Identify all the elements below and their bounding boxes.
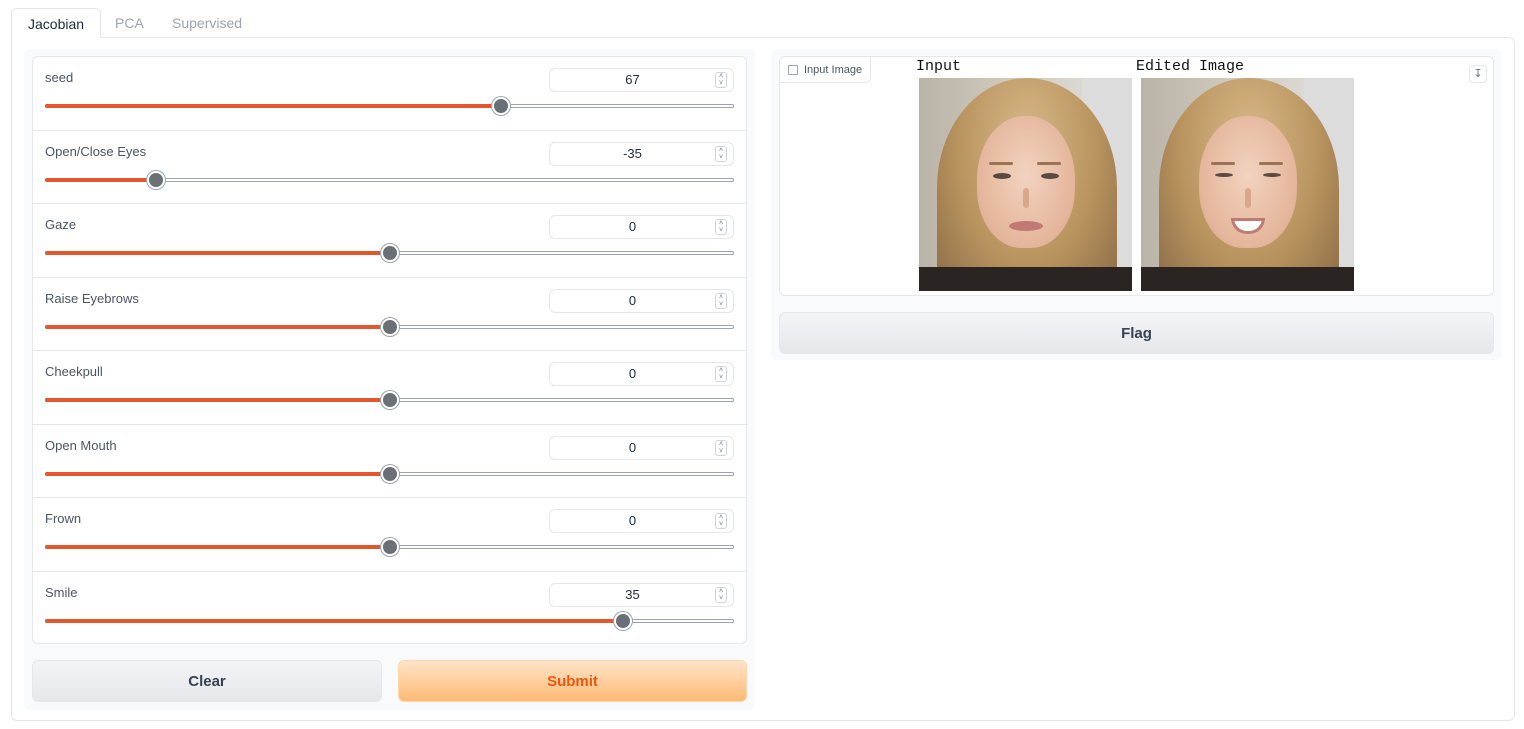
slider-label: seed	[45, 70, 74, 85]
slider-label: Smile	[45, 584, 78, 600]
number-input[interactable]: 0 ˄ ˅	[549, 509, 734, 533]
spinner-icon[interactable]: ˄ ˅	[715, 366, 727, 382]
sliders-panel: seed 67 ˄ ˅ Open/Close Eyes -35 ˄ ˅ Gaze 0 ˄ ˅ Raise…	[32, 56, 747, 644]
slider-row: Gaze 0 ˄ ˅	[33, 204, 746, 278]
clear-button[interactable]: Clear	[32, 660, 382, 702]
number-input[interactable]: 0 ˄ ˅	[549, 215, 734, 239]
number-value: 0	[628, 513, 637, 528]
tab-supervised[interactable]: Supervised	[156, 8, 258, 38]
spinner-icon[interactable]: ˄ ˅	[715, 219, 727, 235]
number-value: -35	[623, 145, 642, 161]
submit-button[interactable]: Submit	[398, 660, 747, 702]
output-image-panel: Input Image ↧ Input Edited Image	[779, 56, 1494, 296]
spinner-icon[interactable]: ˄ ˅	[715, 72, 727, 88]
slider-row: Open/Close Eyes -35 ˄ ˅	[33, 131, 746, 204]
slider-handle[interactable]	[380, 317, 399, 336]
edited-face-image	[1141, 78, 1354, 291]
caption-input: Input	[916, 58, 962, 75]
number-value: 35	[625, 586, 640, 602]
slider-label: Open Mouth	[45, 437, 117, 453]
image-label: Input Image	[780, 57, 872, 83]
slider-track[interactable]	[45, 170, 734, 189]
slider-label: Frown	[45, 511, 82, 526]
slider-fill	[45, 251, 389, 255]
spinner-icon[interactable]: ˄ ˅	[715, 145, 727, 162]
tab-pca[interactable]: PCA	[99, 8, 160, 38]
flag-button[interactable]: Flag	[779, 312, 1494, 354]
slider-handle[interactable]	[380, 391, 399, 409]
slider-label: Raise Eyebrows	[45, 290, 139, 306]
spinner-icon[interactable]: ˄ ˅	[715, 439, 727, 456]
slider-track[interactable]	[45, 464, 734, 483]
slider-handle[interactable]	[380, 244, 399, 262]
download-icon[interactable]: ↧	[1469, 65, 1487, 83]
number-value: 0	[628, 366, 637, 381]
slider-row: Raise Eyebrows 0 ˄ ˅	[33, 278, 746, 351]
tab-bar: Jacobian PCA Supervised	[11, 8, 1515, 38]
number-value: 0	[628, 219, 637, 234]
slider-track[interactable]	[45, 317, 734, 336]
slider-fill	[45, 471, 389, 476]
slider-track[interactable]	[45, 244, 734, 262]
slider-label: Cheekpull	[45, 364, 103, 379]
slider-handle[interactable]	[380, 538, 399, 556]
slider-row: Smile 35 ˄ ˅	[33, 572, 746, 644]
tab-jacobian[interactable]: Jacobian	[11, 8, 102, 38]
number-input[interactable]: 35 ˄ ˅	[549, 582, 734, 607]
slider-handle[interactable]	[614, 611, 633, 630]
spinner-icon[interactable]: ˄ ˅	[715, 586, 727, 603]
slider-label: Gaze	[45, 217, 77, 232]
slider-handle[interactable]	[491, 97, 510, 115]
slider-fill	[45, 618, 623, 623]
input-face-image	[919, 78, 1132, 291]
number-input[interactable]: 0 ˄ ˅	[549, 288, 734, 313]
slider-fill	[45, 324, 389, 329]
slider-fill	[45, 545, 389, 549]
slider-handle[interactable]	[380, 464, 399, 483]
slider-track[interactable]	[45, 391, 734, 409]
number-input[interactable]: -35 ˄ ˅	[549, 141, 734, 166]
slider-track[interactable]	[45, 538, 734, 556]
slider-fill	[45, 104, 500, 108]
number-value: 0	[628, 439, 637, 455]
slider-row: seed 67 ˄ ˅	[33, 57, 746, 131]
slider-row: Cheekpull 0 ˄ ˅	[33, 351, 746, 425]
image-icon	[788, 64, 798, 75]
slider-fill	[45, 177, 155, 182]
slider-handle[interactable]	[146, 170, 165, 189]
number-input[interactable]: 0 ˄ ˅	[549, 362, 734, 386]
slider-label: Open/Close Eyes	[45, 143, 147, 159]
slider-track[interactable]	[45, 611, 734, 630]
slider-fill	[45, 398, 389, 402]
number-value: 67	[625, 72, 640, 87]
slider-row: Frown 0 ˄ ˅	[33, 498, 746, 572]
image-label-text: Input Image	[804, 63, 863, 76]
number-value: 0	[628, 292, 637, 308]
spinner-icon[interactable]: ˄ ˅	[715, 292, 727, 309]
slider-row: Open Mouth 0 ˄ ˅	[33, 425, 746, 498]
slider-track[interactable]	[45, 97, 734, 115]
caption-edited: Edited Image	[1136, 58, 1245, 75]
spinner-icon[interactable]: ˄ ˅	[715, 513, 727, 529]
number-input[interactable]: 67 ˄ ˅	[549, 68, 734, 92]
number-input[interactable]: 0 ˄ ˅	[549, 435, 734, 460]
